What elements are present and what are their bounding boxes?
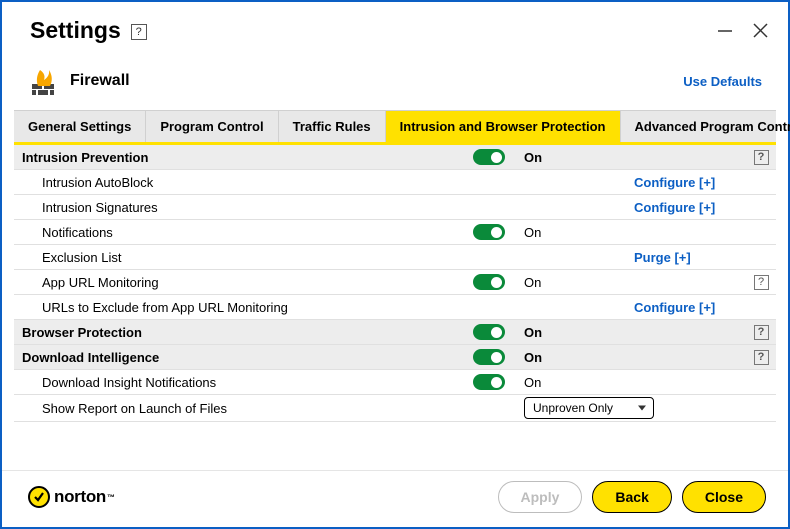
label-intrusion-autoblock: Intrusion AutoBlock [14, 175, 464, 190]
status-app-url-monitoring: On [514, 275, 614, 290]
row-urls-exclude: URLs to Exclude from App URL Monitoring … [14, 295, 776, 320]
configure-signatures-link[interactable]: Configure [+] [634, 200, 715, 215]
row-download-insight-notifications: Download Insight Notifications On [14, 370, 776, 395]
toggle-app-url-monitoring[interactable] [473, 274, 505, 290]
label-exclusion-list: Exclusion List [14, 250, 464, 265]
settings-list: Intrusion Prevention On ? Intrusion Auto… [14, 145, 776, 470]
chevron-down-icon [638, 406, 646, 411]
settings-window: Settings ? Firewall Use Defaults General… [0, 0, 790, 529]
label-intrusion-prevention: Intrusion Prevention [14, 150, 464, 165]
label-intrusion-signatures: Intrusion Signatures [14, 200, 464, 215]
use-defaults-link[interactable]: Use Defaults [683, 74, 762, 89]
close-icon[interactable] [753, 23, 768, 38]
brand-text: norton [54, 487, 106, 507]
toggle-download-intelligence[interactable] [473, 349, 505, 365]
help-icon[interactable]: ? [754, 150, 769, 165]
label-download-insight-notifications: Download Insight Notifications [14, 375, 464, 390]
select-show-report-value: Unproven Only [533, 401, 613, 415]
norton-logo: norton™ [28, 486, 115, 508]
label-urls-exclude: URLs to Exclude from App URL Monitoring [14, 300, 464, 315]
trademark-icon: ™ [107, 493, 115, 502]
row-notifications: Notifications On [14, 220, 776, 245]
firewall-icon [30, 66, 60, 96]
tab-traffic-rules[interactable]: Traffic Rules [279, 111, 386, 142]
row-app-url-monitoring: App URL Monitoring On ? [14, 270, 776, 295]
purge-exclusion-link[interactable]: Purge [+] [634, 250, 691, 265]
row-show-report-launch: Show Report on Launch of Files Unproven … [14, 395, 776, 422]
title-help-icon[interactable]: ? [131, 24, 147, 40]
row-intrusion-autoblock: Intrusion AutoBlock Configure [+] [14, 170, 776, 195]
footer-buttons: Apply Back Close [498, 481, 766, 513]
label-show-report-launch: Show Report on Launch of Files [14, 401, 464, 416]
select-show-report[interactable]: Unproven Only [524, 397, 654, 419]
tab-intrusion-browser-protection[interactable]: Intrusion and Browser Protection [386, 111, 621, 142]
help-icon[interactable]: ? [754, 275, 769, 290]
close-button[interactable]: Close [682, 481, 766, 513]
row-download-intelligence: Download Intelligence On ? [14, 345, 776, 370]
toggle-intrusion-prevention[interactable] [473, 149, 505, 165]
status-intrusion-prevention: On [514, 150, 614, 165]
row-intrusion-prevention: Intrusion Prevention On ? [14, 145, 776, 170]
apply-button: Apply [498, 481, 583, 513]
label-download-intelligence: Download Intelligence [14, 350, 464, 365]
status-download-intelligence: On [514, 350, 614, 365]
tab-bar: General Settings Program Control Traffic… [14, 110, 776, 145]
section-header: Firewall Use Defaults [2, 50, 788, 110]
window-controls [717, 21, 768, 39]
configure-urls-exclude-link[interactable]: Configure [+] [634, 300, 715, 315]
help-icon[interactable]: ? [754, 350, 769, 365]
row-exclusion-list: Exclusion List Purge [+] [14, 245, 776, 270]
tab-general-settings[interactable]: General Settings [14, 111, 146, 142]
label-browser-protection: Browser Protection [14, 325, 464, 340]
status-browser-protection: On [514, 325, 614, 340]
checkmark-icon [28, 486, 50, 508]
window-title: Settings [30, 17, 121, 44]
toggle-browser-protection[interactable] [473, 324, 505, 340]
toggle-notifications[interactable] [473, 224, 505, 240]
status-download-insight-notifications: On [514, 375, 614, 390]
footer: norton™ Apply Back Close [2, 470, 788, 527]
help-icon[interactable]: ? [754, 325, 769, 340]
label-notifications: Notifications [14, 225, 464, 240]
status-notifications: On [514, 225, 614, 240]
toggle-download-insight-notifications[interactable] [473, 374, 505, 390]
tab-advanced-program-control[interactable]: Advanced Program Control [621, 111, 790, 142]
section-title: Firewall [70, 72, 130, 90]
row-intrusion-signatures: Intrusion Signatures Configure [+] [14, 195, 776, 220]
back-button[interactable]: Back [592, 481, 671, 513]
minimize-icon[interactable] [717, 23, 733, 39]
configure-autoblock-link[interactable]: Configure [+] [634, 175, 715, 190]
label-app-url-monitoring: App URL Monitoring [14, 275, 464, 290]
row-browser-protection: Browser Protection On ? [14, 320, 776, 345]
titlebar: Settings ? [2, 2, 788, 50]
tab-program-control[interactable]: Program Control [146, 111, 278, 142]
